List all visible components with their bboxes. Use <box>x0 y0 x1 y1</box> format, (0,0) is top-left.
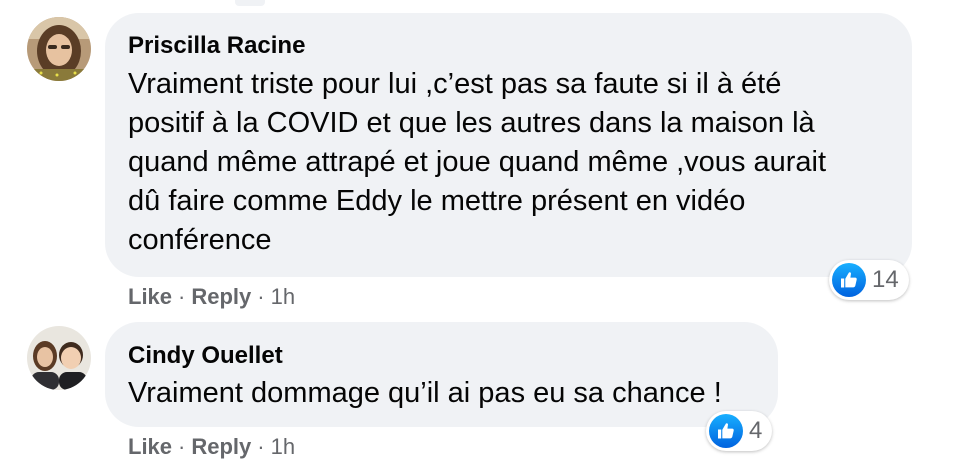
comment-text: Vraiment triste pour lui ,c’est pas sa f… <box>128 65 898 260</box>
reaction-count: 4 <box>749 417 763 444</box>
comment-item: Priscilla Racine Vraiment triste pour lu… <box>0 0 978 320</box>
separator-dot: · <box>257 434 265 459</box>
avatar[interactable] <box>27 17 91 81</box>
comment-author[interactable]: Cindy Ouellet <box>128 342 283 370</box>
comment-actions: Like · Reply · 1h <box>128 433 295 461</box>
comment-author[interactable]: Priscilla Racine <box>128 32 305 60</box>
comment-timestamp[interactable]: 1h <box>271 284 295 309</box>
comment-item: Cindy Ouellet Vraiment dommage qu’il ai … <box>0 320 978 470</box>
reply-button[interactable]: Reply <box>191 434 251 459</box>
comment-text: Vraiment dommage qu’il ai pas eu sa chan… <box>128 374 768 413</box>
avatar[interactable] <box>27 326 91 390</box>
thumbs-up-icon <box>709 414 743 448</box>
reply-button[interactable]: Reply <box>191 284 251 309</box>
comment-timestamp[interactable]: 1h <box>271 434 295 459</box>
comment-text-line: dû faire comme Eddy le mettre présent en… <box>128 185 746 217</box>
comment-text-line: conférence <box>128 224 272 256</box>
thumbs-up-icon <box>832 263 866 297</box>
comment-text-line: quand même attrapé et joue quand même ,v… <box>128 146 827 178</box>
comment-bubble: Priscilla Racine Vraiment triste pour lu… <box>105 13 912 277</box>
comment-bubble: Cindy Ouellet Vraiment dommage qu’il ai … <box>105 322 778 427</box>
separator-dot: · <box>257 284 265 309</box>
reaction-summary[interactable]: 4 <box>706 411 773 451</box>
comment-text-line: Vraiment triste pour lui ,c’est pas sa f… <box>128 68 782 100</box>
reaction-summary[interactable]: 14 <box>829 260 909 300</box>
separator-dot: · <box>178 284 186 309</box>
reaction-count: 14 <box>872 266 899 293</box>
avatar-image <box>27 326 91 390</box>
comment-actions: Like · Reply · 1h <box>128 283 295 311</box>
separator-dot: · <box>178 434 186 459</box>
like-button[interactable]: Like <box>128 434 172 459</box>
like-button[interactable]: Like <box>128 284 172 309</box>
comment-text-line: positif à la COVID et que les autres dan… <box>128 107 815 139</box>
comment-text-line: Vraiment dommage qu’il ai pas eu sa chan… <box>128 377 722 409</box>
avatar-image <box>27 17 91 81</box>
